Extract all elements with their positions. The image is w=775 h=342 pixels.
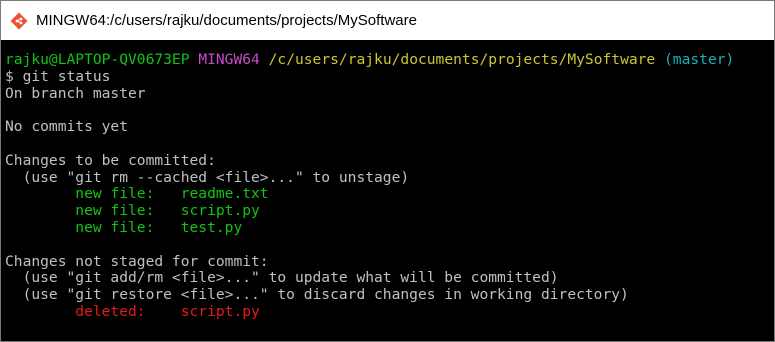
on-branch-line: On branch master [5, 84, 146, 102]
staged-file-line: new file: test.py [5, 218, 243, 236]
not-staged-hint: (use "git add/rm <file>..." to update wh… [5, 269, 559, 287]
prompt-branch: (master) [664, 52, 735, 68]
unstaged-file-line: deleted: script.py [5, 302, 260, 320]
title-bar[interactable]: MINGW64:/c/users/rajku/documents/project… [1, 1, 774, 40]
prompt-line: rajku@LAPTOP-QV0673EP MINGW64 /c/users/r… [5, 52, 757, 69]
staged-file-line: new file: readme.txt [5, 185, 269, 203]
unstage-hint: (use "git rm --cached <file>..." to unst… [5, 168, 410, 186]
to-be-committed-header: Changes to be committed: [5, 151, 216, 169]
prompt-user: rajku@LAPTOP-QV0673EP [5, 52, 190, 68]
prompt-shell: MINGW64 [198, 52, 260, 68]
git-bash-icon [9, 11, 29, 31]
not-staged-header: Changes not staged for commit: [5, 252, 269, 270]
staged-file-line: new file: script.py [5, 202, 260, 220]
command-line: $ git status [5, 67, 111, 85]
terminal-window: MINGW64:/c/users/rajku/documents/project… [0, 0, 775, 342]
prompt-path: /c/users/rajku/documents/projects/MySoft… [268, 52, 656, 68]
terminal-output[interactable]: rajku@LAPTOP-QV0673EP MINGW64 /c/users/r… [5, 52, 757, 337]
no-commits-line: No commits yet [5, 118, 129, 136]
not-staged-hint: (use "git restore <file>..." to discard … [5, 286, 629, 304]
scrollbar[interactable] [757, 40, 774, 341]
window-title: MINGW64:/c/users/rajku/documents/project… [36, 12, 417, 29]
